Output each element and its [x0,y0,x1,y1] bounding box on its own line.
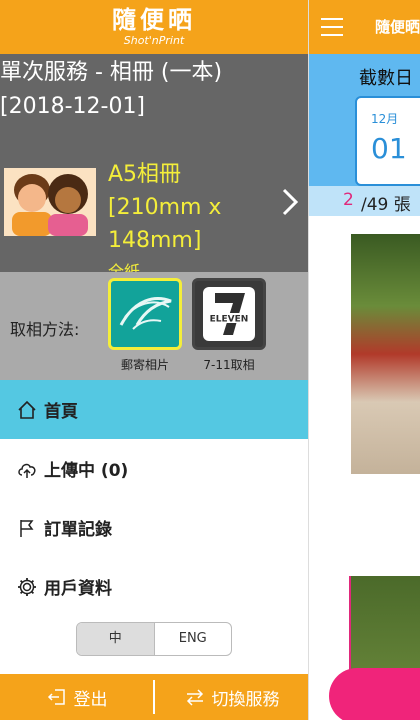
drawer-footer: 登出 切換服務 [0,674,308,720]
calendar-icon: 12月 01 [355,96,420,186]
cutoff-date-panel: 截數日 12月 01 [309,54,420,186]
action-button[interactable] [329,668,420,720]
cloud-upload-icon [18,463,36,478]
product-name: A5相冊 [210mm x 148mm] [108,162,222,253]
app-bar: 隨便晒 [309,0,420,54]
drawer-header: 隨便晒 Shot'nPrint [0,0,308,54]
menu-item-user-profile[interactable]: 用戶資料 [0,557,308,616]
product-row[interactable]: A5相冊 [210mm x 148mm] 全紙 [0,158,308,281]
pickup-method-label: 取相方法: [10,320,80,339]
current-service-panel[interactable]: 單次服務 - 相冊 (一本) [2018-12-01] A5相冊 [210mm … [0,54,308,281]
switch-service-label: 切換服務 [211,689,280,710]
logout-button[interactable]: 登出 [0,674,153,720]
hamburger-menu-icon[interactable] [321,18,343,36]
language-toggle: 中 ENG [76,622,232,656]
calendar-day: 01 [371,132,407,165]
menu-item-label: 訂單記錄 [44,520,112,540]
home-icon [18,400,36,419]
pickup-option-711[interactable]: ELEVEN 7-11取相 [192,278,266,373]
lang-option-chinese[interactable]: 中 [77,623,155,655]
flag-icon [20,519,34,537]
users-avatar-icon [4,168,96,236]
menu-item-uploading[interactable]: 上傳中 (0) [0,439,308,498]
photo-thumbnail[interactable] [351,234,420,474]
pickup-option-mail[interactable]: 郵寄相片 [108,278,182,373]
menu-item-home[interactable]: 首頁 [0,380,308,439]
lang-option-english[interactable]: ENG [155,623,232,655]
cutoff-date-label: 截數日 [359,68,413,89]
photo-count-bar: 2 /49 張 [309,186,420,216]
photo-count-current: 2 [343,190,354,210]
pickup-method-section: 取相方法: 郵寄相片 ELEVEN 7-11取相 [0,272,308,380]
logout-icon [47,689,65,705]
menu-item-label: 首頁 [44,402,78,422]
service-date: [2018-12-01] [0,94,146,119]
drawer-menu: 首頁 上傳中 (0) 訂單記錄 用戶資料 [0,380,308,616]
background-screen: 隨便晒 截數日 12月 01 2 /49 張 [308,0,420,720]
menu-item-order-history[interactable]: 訂單記錄 [0,498,308,557]
photo-count-total: /49 張 [361,195,411,215]
chevron-right-icon[interactable] [278,182,302,222]
pickup-option-label: 郵寄相片 [120,358,169,372]
pickup-option-label: 7-11取相 [203,358,255,372]
svg-text:ELEVEN: ELEVEN [210,315,249,325]
calendar-month: 12月 [371,112,399,126]
service-title: 單次服務 - 相冊 (一本) [0,60,223,85]
gear-icon [18,577,36,596]
navigation-drawer: 隨便晒 Shot'nPrint 單次服務 - 相冊 (一本) [2018-12-… [0,0,308,720]
logout-label: 登出 [73,689,108,710]
menu-item-label: 上傳中 (0) [44,461,129,481]
app-logo-chinese: 隨便晒 [112,6,196,34]
menu-item-label: 用戶資料 [44,579,112,599]
app-logo-english: Shot'nPrint [123,34,185,47]
switch-service-button[interactable]: 切換服務 [155,674,308,720]
app-bar-title: 隨便晒 [375,18,420,36]
mail-bird-icon [108,278,182,350]
swap-arrows-icon [186,689,203,706]
seven-eleven-logo-icon: ELEVEN [192,278,266,350]
